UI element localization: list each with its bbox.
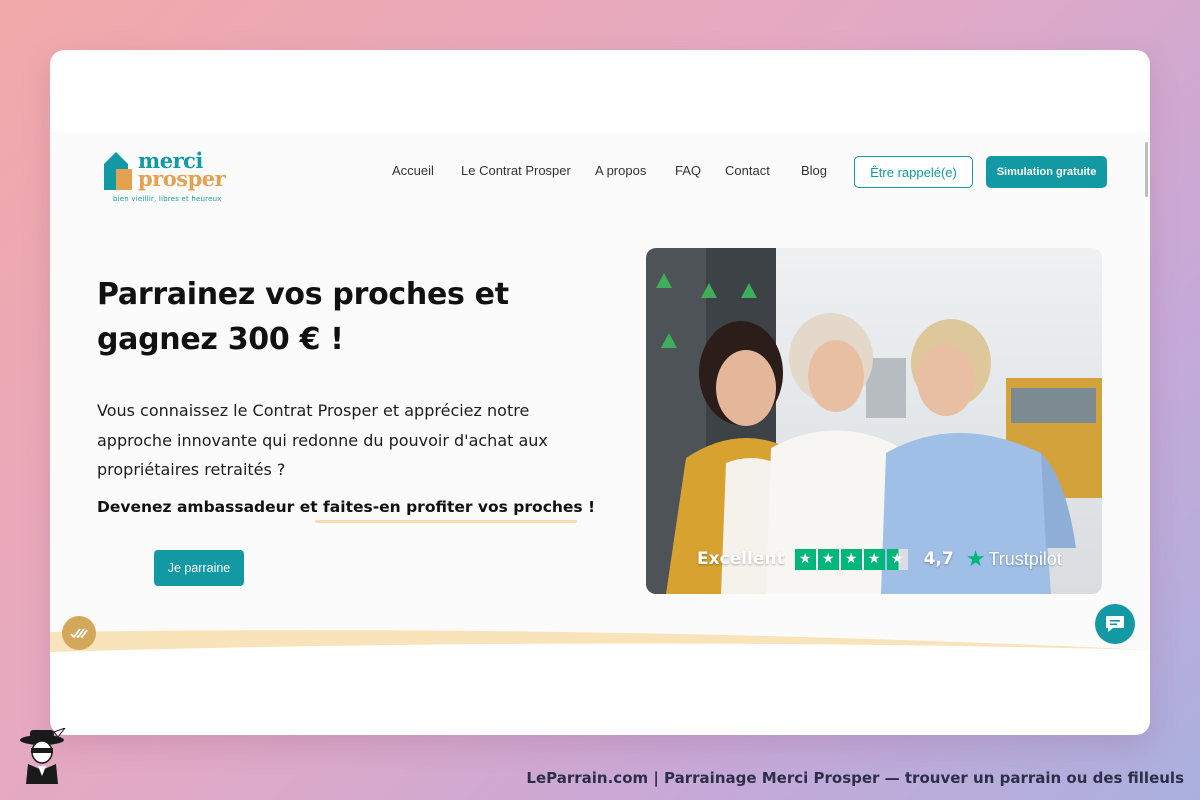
chat-bubble-icon[interactable] [1095,604,1135,644]
trustpilot-star-icon: ★ [965,546,986,572]
check-ticks-icon[interactable] [62,616,96,650]
star-icon: ★ [817,548,839,570]
decorative-wave [50,630,1150,658]
hero-callout-part1: Devenez ambassadeur et [97,498,324,516]
scrollbar[interactable] [1145,142,1148,197]
trustpilot-stars: ★ ★ ★ ★ ★ [794,548,910,570]
highlight-underline [315,520,577,523]
nav-item-contact[interactable]: Contact [725,163,770,178]
trustpilot-brand: Trustpilot [988,548,1062,569]
callback-button[interactable]: Être rappelé(e) [854,156,973,188]
nav-item-faq[interactable]: FAQ [675,163,701,178]
hero-callout: Devenez ambassadeur et faites-en profite… [97,498,617,516]
nav-item-blog[interactable]: Blog [801,163,827,178]
hero-callout-highlight: faites-en profiter vos proches ! [323,498,596,516]
trustpilot-widget[interactable]: Excellent ★ ★ ★ ★ ★ 4,7 ★ Trustpilot [697,546,1062,572]
hero-title: Parrainez vos proches et gagnez 300 € ! [97,277,509,357]
three-women-photo [646,248,1102,594]
star-icon: ★ [863,548,885,570]
browser-frame: merci prosper bien vieillir, libres et h… [50,50,1150,735]
sponsor-button[interactable]: Je parraine [154,550,244,586]
footer-caption: LeParrain.com | Parrainage Merci Prosper… [526,769,1184,787]
star-half-icon: ★ [886,548,908,570]
nav-item-accueil[interactable]: Accueil [392,163,434,178]
logo-tagline: bien vieillir, libres et heureux [113,195,222,203]
trustpilot-score: 4,7 [923,549,954,569]
nav-item-contrat-prosper[interactable]: Le Contrat Prosper [461,163,571,178]
simulation-button[interactable]: Simulation gratuite [986,156,1107,188]
mascot-icon [20,728,66,784]
nav-item-a-propos[interactable]: A propos [595,163,646,178]
star-icon: ★ [840,548,862,570]
hero-photo: Excellent ★ ★ ★ ★ ★ 4,7 ★ Trustpilot [646,248,1102,594]
hero-description: Vous connaissez le Contrat Prosper et ap… [97,401,548,479]
trustpilot-label: Excellent [697,549,785,569]
house-logo-icon [104,152,132,190]
star-icon: ★ [794,548,816,570]
brand-logo[interactable]: merci prosper bien vieillir, libres et h… [104,150,244,208]
logo-word-prosper: prosper [138,166,226,191]
